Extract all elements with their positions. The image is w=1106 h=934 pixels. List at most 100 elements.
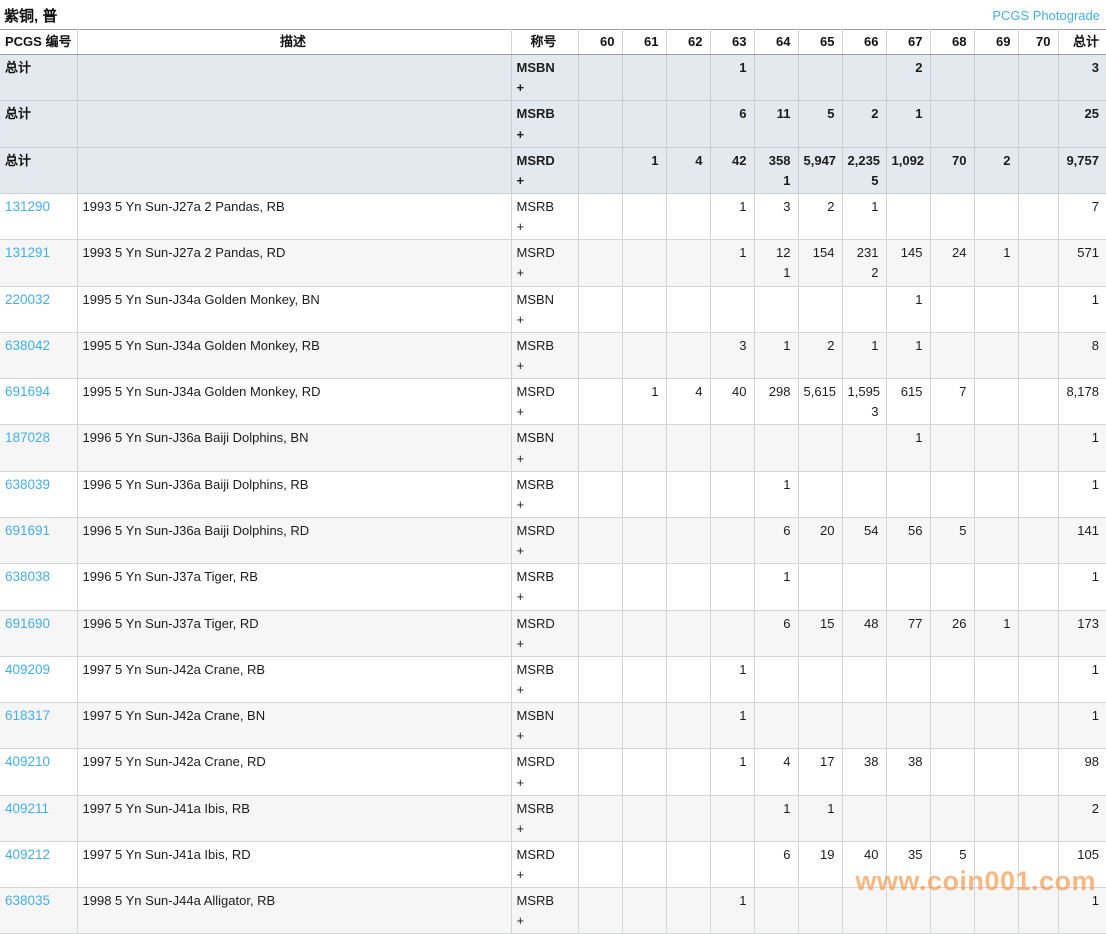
grade-60-cell bbox=[578, 517, 622, 563]
grade-66-cell bbox=[842, 471, 886, 517]
grade-63-cell bbox=[710, 841, 754, 887]
pcgs-number-link[interactable]: 409209 bbox=[5, 662, 50, 677]
grade-62-cell bbox=[666, 193, 710, 239]
table-row: 220032 1995 5 Yn Sun-J34a Golden Monkey,… bbox=[0, 286, 1106, 332]
grade-61-cell bbox=[622, 425, 666, 471]
pcgs-number-link[interactable]: 131291 bbox=[5, 245, 50, 260]
grade-69-cell: 1 bbox=[974, 240, 1018, 286]
pcgs-number-cell: 638039 bbox=[0, 471, 77, 517]
col-header-grade-61: 61 bbox=[622, 30, 666, 55]
pcgs-number-link[interactable]: 691691 bbox=[5, 523, 50, 538]
grade-61-cell bbox=[622, 610, 666, 656]
pcgs-number-link[interactable]: 638035 bbox=[5, 893, 50, 908]
pcgs-number-link[interactable]: 220032 bbox=[5, 292, 50, 307]
table-row: 总计 MSRD + 1 4 42 358 1 5,947 2,235 5 1,0… bbox=[0, 147, 1106, 193]
pcgs-number-link[interactable]: 618317 bbox=[5, 708, 50, 723]
grade-60-cell bbox=[578, 610, 622, 656]
pcgs-number-link[interactable]: 131290 bbox=[5, 199, 50, 214]
pcgs-number-link[interactable]: 638038 bbox=[5, 569, 50, 584]
pcgs-number-cell: 691694 bbox=[0, 379, 77, 425]
pcgs-number-cell: 131291 bbox=[0, 240, 77, 286]
grade-62-cell bbox=[666, 795, 710, 841]
grade-69-cell bbox=[974, 379, 1018, 425]
row-total-cell: 25 bbox=[1058, 101, 1106, 147]
grade-63-cell bbox=[710, 425, 754, 471]
table-row: 638039 1996 5 Yn Sun-J36a Baiji Dolphins… bbox=[0, 471, 1106, 517]
grade-66-cell: 1 bbox=[842, 193, 886, 239]
grade-61-cell bbox=[622, 55, 666, 101]
grade-62-cell bbox=[666, 610, 710, 656]
col-header-grade-63: 63 bbox=[710, 30, 754, 55]
pcgs-number-link[interactable]: 187028 bbox=[5, 430, 50, 445]
pcgs-number-link[interactable]: 638039 bbox=[5, 477, 50, 492]
grade-70-cell bbox=[1018, 379, 1058, 425]
pcgs-number-link[interactable]: 638042 bbox=[5, 338, 50, 353]
col-header-grade-64: 64 bbox=[754, 30, 798, 55]
grade-60-cell bbox=[578, 55, 622, 101]
col-header-grade-62: 62 bbox=[666, 30, 710, 55]
pcgs-number-cell: 187028 bbox=[0, 425, 77, 471]
grade-68-cell: 70 bbox=[930, 147, 974, 193]
grade-70-cell bbox=[1018, 888, 1058, 934]
grade-66-cell: 2 bbox=[842, 101, 886, 147]
grade-61-cell bbox=[622, 193, 666, 239]
grade-61-cell bbox=[622, 749, 666, 795]
table-row: 638035 1998 5 Yn Sun-J44a Alligator, RB … bbox=[0, 888, 1106, 934]
pcgs-number-link[interactable]: 409211 bbox=[5, 801, 49, 816]
grade-63-cell: 1 bbox=[710, 703, 754, 749]
grade-60-cell bbox=[578, 240, 622, 286]
grade-68-cell bbox=[930, 193, 974, 239]
table-row: 638038 1996 5 Yn Sun-J37a Tiger, RB MSRB… bbox=[0, 564, 1106, 610]
top-bar: 紫铜, 普 PCGS Photograde bbox=[0, 0, 1106, 29]
grade-70-cell bbox=[1018, 517, 1058, 563]
pcgs-number-link[interactable]: 691690 bbox=[5, 616, 50, 631]
grade-64-cell: 6 bbox=[754, 841, 798, 887]
grade-60-cell bbox=[578, 795, 622, 841]
grade-64-cell: 6 bbox=[754, 517, 798, 563]
col-header-grade-65: 65 bbox=[798, 30, 842, 55]
grade-61-cell bbox=[622, 564, 666, 610]
pcgs-number-link[interactable]: 409212 bbox=[5, 847, 50, 862]
designation-cell: MSRB + bbox=[511, 888, 578, 934]
total-row-label: 总计 bbox=[5, 60, 31, 75]
col-header-designation: 称号 bbox=[511, 30, 578, 55]
col-header-grade-68: 68 bbox=[930, 30, 974, 55]
row-total-cell: 7 bbox=[1058, 193, 1106, 239]
grade-65-cell bbox=[798, 564, 842, 610]
photograde-link[interactable]: PCGS Photograde bbox=[992, 8, 1100, 23]
table-row: 618317 1997 5 Yn Sun-J42a Crane, BN MSBN… bbox=[0, 703, 1106, 749]
grade-67-cell: 1 bbox=[886, 286, 930, 332]
grade-65-cell: 5,947 bbox=[798, 147, 842, 193]
grade-62-cell bbox=[666, 841, 710, 887]
grade-67-cell: 2 bbox=[886, 55, 930, 101]
table-row: 691690 1996 5 Yn Sun-J37a Tiger, RD MSRD… bbox=[0, 610, 1106, 656]
grade-70-cell bbox=[1018, 147, 1058, 193]
grade-60-cell bbox=[578, 101, 622, 147]
designation-cell: MSRB + bbox=[511, 564, 578, 610]
pcgs-number-link[interactable]: 409210 bbox=[5, 754, 50, 769]
grade-61-cell bbox=[622, 101, 666, 147]
table-row: 691694 1995 5 Yn Sun-J34a Golden Monkey,… bbox=[0, 379, 1106, 425]
grade-67-cell: 1 bbox=[886, 101, 930, 147]
grade-68-cell: 7 bbox=[930, 379, 974, 425]
grade-62-cell bbox=[666, 55, 710, 101]
table-header-row: PCGS 编号 描述 称号 60 61 62 63 64 65 66 67 68… bbox=[0, 30, 1106, 55]
row-total-cell: 2 bbox=[1058, 795, 1106, 841]
grade-61-cell bbox=[622, 795, 666, 841]
pcgs-number-link[interactable]: 691694 bbox=[5, 384, 50, 399]
grade-70-cell bbox=[1018, 471, 1058, 517]
grade-67-cell bbox=[886, 795, 930, 841]
coin-description: 1995 5 Yn Sun-J34a Golden Monkey, RB bbox=[77, 332, 511, 378]
table-row: 131291 1993 5 Yn Sun-J27a 2 Pandas, RD M… bbox=[0, 240, 1106, 286]
row-total-cell: 105 bbox=[1058, 841, 1106, 887]
pcgs-number-cell: 638042 bbox=[0, 332, 77, 378]
row-total-cell: 141 bbox=[1058, 517, 1106, 563]
grade-68-cell bbox=[930, 332, 974, 378]
grade-65-cell bbox=[798, 471, 842, 517]
grade-69-cell bbox=[974, 841, 1018, 887]
grade-65-cell: 2 bbox=[798, 193, 842, 239]
grade-64-cell: 358 1 bbox=[754, 147, 798, 193]
pcgs-number-cell: 638035 bbox=[0, 888, 77, 934]
row-total-cell: 8 bbox=[1058, 332, 1106, 378]
grade-68-cell bbox=[930, 749, 974, 795]
